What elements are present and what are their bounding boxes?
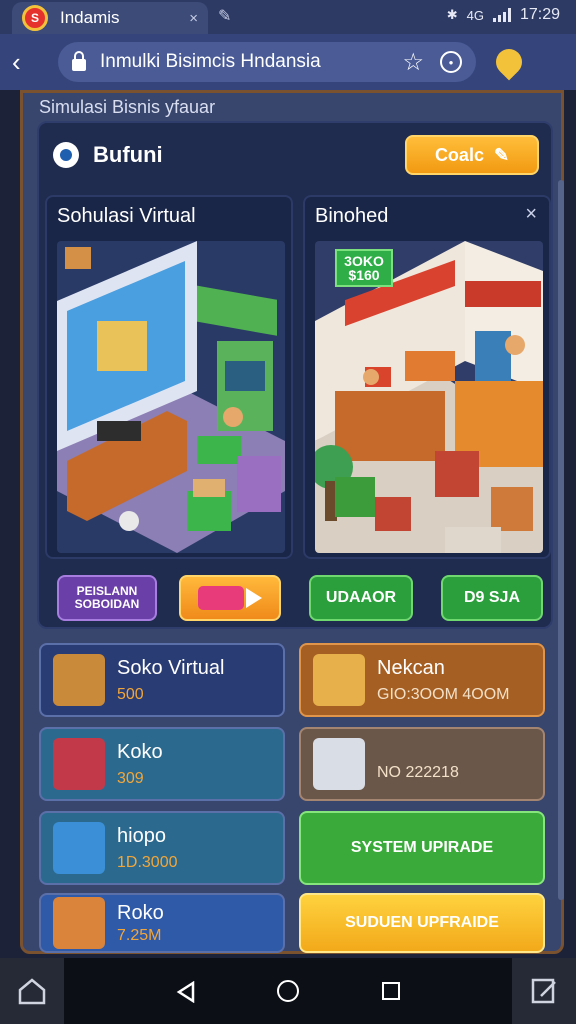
tile-value: 309: [117, 769, 144, 787]
signal-icon: [492, 8, 511, 22]
tile-value: GIO:3OOM 4OOM: [377, 685, 510, 703]
purple-action-button[interactable]: PEISLANN SOBOIDAN: [57, 575, 157, 621]
extension-icon[interactable]: ✎: [218, 6, 231, 26]
tile-value: 7.25M: [117, 926, 162, 944]
package-icon: [313, 654, 365, 706]
tile-soko-virtual[interactable]: Soko Virtual 500: [39, 643, 285, 717]
store-scene-image: 3OKO $160: [315, 241, 543, 553]
green-secondary-button[interactable]: D9 SJA: [441, 575, 543, 621]
network-type: 4G: [466, 7, 484, 23]
pencil-icon: ✎: [493, 144, 510, 165]
books-icon: [53, 897, 105, 949]
system-upgrade-button[interactable]: SYSTEM UPIRADE: [299, 811, 545, 885]
nav-back-icon[interactable]: [176, 980, 194, 1004]
tile-value: NO 222218: [377, 764, 459, 781]
puzzle-extension-icon[interactable]: [490, 43, 528, 81]
virtual-sim-panel[interactable]: Sohulasi Virtual: [45, 195, 293, 559]
gems-icon: [53, 822, 105, 874]
page-scrollbar[interactable]: [558, 180, 564, 900]
tile-name: Soko Virtual: [117, 656, 225, 679]
tile-koko[interactable]: Koko 309: [39, 727, 285, 801]
tile-hiopo[interactable]: hiopo 1D.3000: [39, 811, 285, 885]
site-info-icon[interactable]: ●: [440, 51, 462, 73]
tile-value: 1D.3000: [117, 853, 178, 871]
tile-name: Nekcan: [377, 656, 445, 679]
arrow-right-icon: [246, 588, 262, 608]
simulation-card: Bufuni Coalc ✎ Sohulasi Virtual Binohed …: [37, 121, 553, 629]
tile-name: Roko: [117, 901, 164, 924]
site-favicon-icon: S: [22, 5, 48, 31]
url-field[interactable]: Inmulki Bisimcis Hndansia ☆ ●: [58, 42, 476, 82]
status-bar: ✱ 4G 17:29: [447, 6, 560, 24]
panel-title: Binohed: [315, 205, 389, 227]
tile-storage[interactable]: NO 222218: [299, 727, 545, 801]
button-label-line2: SOBOIDAN: [74, 597, 140, 611]
orange-arrow-button[interactable]: [179, 575, 281, 621]
upgrade-green-button[interactable]: UDAAOR: [309, 575, 413, 621]
location-pin-icon: [53, 142, 79, 168]
clock: 17:29: [519, 6, 560, 23]
url-text: Inmulki Bisimcis Hndansia: [100, 51, 321, 72]
tile-name: hiopo: [117, 824, 166, 847]
panel-close-button[interactable]: ×: [525, 203, 537, 226]
box-icon: [53, 654, 105, 706]
tile-nekcan[interactable]: Nekcan GIO:3OOM 4OOM: [299, 643, 545, 717]
bookmark-star-icon[interactable]: ☆: [402, 48, 424, 77]
lock-icon: [72, 50, 86, 71]
home-store-icon[interactable]: [0, 958, 64, 1024]
storage-box-icon: [313, 738, 365, 790]
basket-icon: [53, 738, 105, 790]
code-button-label: Coalc: [434, 144, 484, 165]
store-scene-image: [57, 241, 285, 553]
bluetooth-icon: ✱: [446, 7, 458, 22]
ticket-icon: [198, 586, 244, 610]
business-store-panel[interactable]: Binohed × 3OKO $160: [303, 195, 551, 559]
panel-title: Sohulasi Virtual: [57, 205, 196, 227]
brand-name: Bufuni: [93, 142, 163, 167]
back-arrow-icon[interactable]: ‹: [12, 47, 46, 78]
game-page: Simulasi Bisnis yfauar Bufuni Coalc ✎ So…: [20, 90, 564, 954]
tile-name: Koko: [117, 740, 163, 763]
price-tag: 3OKO $160: [335, 249, 393, 287]
browser-tab[interactable]: S Indamis ×: [12, 2, 208, 34]
sudden-upgrade-button[interactable]: SUDUEN UPFRAIDE: [299, 893, 545, 953]
address-bar-row: ‹ Inmulki Bisimcis Hndansia ☆ ●: [0, 34, 576, 90]
tab-close-button[interactable]: ×: [189, 10, 198, 27]
browser-tab-bar: S Indamis × ✎ ✱ 4G 17:29: [0, 0, 576, 34]
tile-value: 500: [117, 685, 144, 703]
nav-home-icon[interactable]: [276, 980, 299, 1002]
tile-roko[interactable]: Roko 7.25M: [39, 893, 285, 953]
nav-recents-icon[interactable]: [382, 982, 401, 1000]
isometric-shop-illustration: [315, 241, 543, 553]
edit-note-icon[interactable]: [512, 958, 576, 1024]
tab-title: Indamis: [60, 8, 120, 27]
isometric-store-illustration: [57, 241, 285, 553]
code-button[interactable]: Coalc ✎: [405, 135, 539, 175]
system-nav-bar: [0, 958, 576, 1024]
page-title: Simulasi Bisnis yfauar: [39, 97, 216, 117]
